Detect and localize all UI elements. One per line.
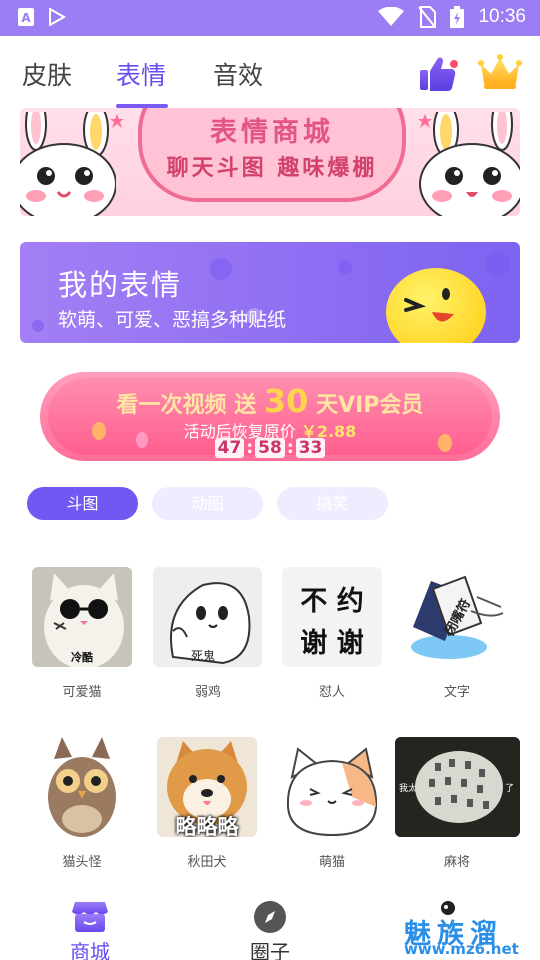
sticker-label-cute-cat-2: 萌猫 (318, 855, 345, 870)
nav-label-circle[interactable]: 圈子 (250, 936, 290, 960)
nav-item-store[interactable] (72, 900, 108, 934)
chip-funny[interactable]: 搞笑 (277, 487, 388, 520)
countdown-timer: 47:58:33 (48, 438, 492, 458)
sticker-overlay-text: 冷酷 (71, 651, 93, 664)
my-stickers-card[interactable]: 我的表情 软萌、可爱、恶搞多种贴纸 (20, 242, 520, 343)
banner-subtitle: 聊天斗图 趣味爆棚 (166, 156, 378, 181)
egg-decoration (136, 432, 148, 448)
sticker-label-cute-cat: 可爱猫 (62, 685, 102, 700)
winking-smiley-icon (386, 268, 486, 343)
my-stickers-title: 我的表情 (58, 268, 183, 302)
sticker-overlay-text: 不 约 (300, 586, 364, 617)
top-tab-bar: 皮肤 表情 音效 (0, 36, 540, 108)
sticker-overlay-text: 我太 (399, 784, 418, 794)
vip-promo-inner: 看一次视频 送 30 天VIP会员 活动后恢复原价 ￥2.88 47:58:33 (48, 378, 492, 458)
owl-illustration (48, 737, 116, 837)
banner-cloud: 表情商城 聊天斗图 趣味爆棚 (138, 108, 406, 202)
bubble-decoration (210, 258, 232, 280)
sticker-overlay-text: 了 (505, 784, 515, 794)
sticker-tile-owl-monster[interactable] (32, 737, 132, 837)
watermark-url: www.mz6.net (404, 940, 519, 958)
countdown-seconds: 33 (295, 438, 326, 458)
banner-title: 表情商城 (210, 117, 334, 148)
sticker-label-akita: 秋田犬 (187, 855, 227, 870)
vip-headline-days: 30 (263, 382, 309, 420)
app-store-icon: A (18, 8, 34, 26)
tab-skins[interactable]: 皮肤 (22, 56, 72, 92)
vip-headline-suffix: 天VIP会员 (316, 393, 424, 418)
nav-label-store[interactable]: 商城 (70, 936, 110, 960)
sticker-label-weakling: 弱鸡 (194, 685, 221, 700)
sticker-tile-cute-cat-2[interactable] (282, 737, 382, 837)
tab-stickers[interactable]: 表情 (116, 56, 166, 92)
svg-text:A: A (21, 11, 31, 25)
sticker-tile-weakling[interactable]: 死鬼 (153, 567, 262, 667)
sticker-overlay-text: 谢 谢 (300, 628, 364, 659)
chip-battle[interactable]: 斗图 (27, 487, 138, 520)
compass-icon (254, 901, 286, 933)
sticker-overlay-text: 死鬼 (191, 649, 216, 663)
sticker-label-mahjong: 麻将 (443, 855, 470, 870)
star-decoration (110, 114, 124, 128)
sticker-tile-roast[interactable]: 不 约 谢 谢 (282, 567, 382, 667)
sticker-label-text: 文字 (443, 685, 470, 700)
cute-kitten-illustration (286, 747, 378, 837)
play-store-icon (49, 8, 66, 26)
bunny-illustration-left (20, 112, 116, 216)
sticker-tile-text[interactable]: 闭嘴符 (405, 567, 509, 667)
vip-promo-banner[interactable]: 看一次视频 送 30 天VIP会员 活动后恢复原价 ￥2.88 47:58:33 (40, 372, 500, 461)
status-bar: A 10:36 (0, 0, 540, 36)
store-icon (72, 902, 108, 932)
tab-sound-effects[interactable]: 音效 (213, 56, 263, 92)
wifi-icon (378, 7, 405, 26)
sticker-overlay-text: 略略略 (175, 815, 239, 837)
vip-headline-prefix: 看一次视频 送 (116, 393, 257, 418)
sticker-tile-akita[interactable]: 略略略 (157, 737, 257, 837)
sticker-tile-cute-cat[interactable]: 冷酷 (32, 567, 132, 667)
clock: 10:36 (478, 6, 526, 27)
site-watermark: 魅族溜 www.mz6.net (404, 901, 534, 960)
egg-decoration (92, 422, 106, 440)
my-stickers-subtitle: 软萌、可爱、恶搞多种贴纸 (58, 309, 287, 331)
countdown-hours: 47 (214, 438, 245, 458)
crown-icon[interactable] (478, 52, 522, 92)
egg-decoration (438, 434, 452, 452)
battery-charging-icon (450, 6, 465, 28)
vip-headline: 看一次视频 送 30 天VIP会员 (48, 382, 492, 420)
bubble-decoration (32, 320, 44, 332)
sticker-label-owl-monster: 猫头怪 (62, 855, 102, 870)
bubble-decoration (338, 260, 352, 274)
sticker-store-banner[interactable]: 表情商城 聊天斗图 趣味爆棚 (20, 108, 520, 216)
sticker-label-roast: 怼人 (318, 685, 345, 700)
thumbs-up-icon[interactable] (418, 54, 460, 94)
countdown-minutes: 58 (255, 438, 285, 458)
no-sim-icon (418, 6, 437, 28)
chip-animated[interactable]: 动图 (152, 487, 263, 520)
star-decoration (418, 114, 432, 128)
sticker-tile-mahjong[interactable]: 我太 了 (395, 737, 520, 837)
nav-item-circle[interactable] (253, 900, 287, 934)
